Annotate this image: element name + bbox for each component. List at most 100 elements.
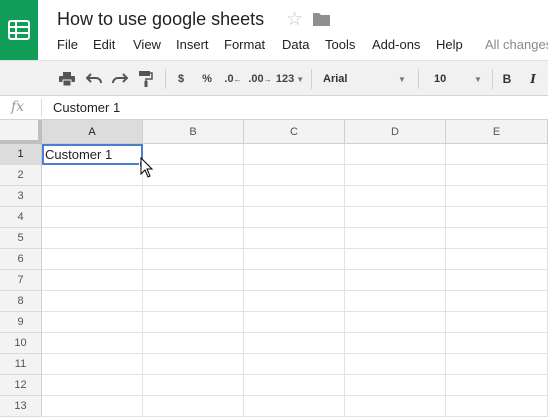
cell-e11[interactable] <box>446 354 548 375</box>
menu-file[interactable]: File <box>57 37 78 52</box>
cell-a2[interactable] <box>42 165 143 186</box>
cell-c8[interactable] <box>244 291 345 312</box>
column-header-b[interactable]: B <box>143 120 244 144</box>
cell-b10[interactable] <box>143 333 244 354</box>
cell-a3[interactable] <box>42 186 143 207</box>
cell-c3[interactable] <box>244 186 345 207</box>
menu-help[interactable]: Help <box>436 37 463 52</box>
cell-c2[interactable] <box>244 165 345 186</box>
cell-c6[interactable] <box>244 249 345 270</box>
cell-e10[interactable] <box>446 333 548 354</box>
cell-c13[interactable] <box>244 396 345 417</box>
more-formats-button[interactable]: 123 ▼ <box>275 69 305 89</box>
folder-icon[interactable] <box>313 12 330 26</box>
cell-b1[interactable] <box>143 144 244 165</box>
cell-b4[interactable] <box>143 207 244 228</box>
cell-c1[interactable] <box>244 144 345 165</box>
cell-b2[interactable] <box>143 165 244 186</box>
column-header-d[interactable]: D <box>345 120 446 144</box>
row-header-13[interactable]: 13 <box>0 396 42 417</box>
cell-d7[interactable] <box>345 270 446 291</box>
cell-b12[interactable] <box>143 375 244 396</box>
cell-d3[interactable] <box>345 186 446 207</box>
menu-add-ons[interactable]: Add-ons <box>372 37 420 52</box>
cell-c11[interactable] <box>244 354 345 375</box>
cell-e4[interactable] <box>446 207 548 228</box>
cell-a1[interactable]: Customer 1 <box>42 144 143 165</box>
menu-insert[interactable]: Insert <box>176 37 209 52</box>
menu-tools[interactable]: Tools <box>325 37 355 52</box>
percent-format-button[interactable]: % <box>197 69 217 89</box>
cell-b5[interactable] <box>143 228 244 249</box>
cell-b9[interactable] <box>143 312 244 333</box>
print-icon[interactable] <box>57 69 77 89</box>
cell-d4[interactable] <box>345 207 446 228</box>
cell-b6[interactable] <box>143 249 244 270</box>
cell-a11[interactable] <box>42 354 143 375</box>
cell-a7[interactable] <box>42 270 143 291</box>
cell-e8[interactable] <box>446 291 548 312</box>
column-header-c[interactable]: C <box>244 120 345 144</box>
cell-d1[interactable] <box>345 144 446 165</box>
font-size-select[interactable]: 10 ▼ <box>426 69 486 89</box>
cell-a4[interactable] <box>42 207 143 228</box>
row-header-1[interactable]: 1 <box>0 144 42 165</box>
cell-e5[interactable] <box>446 228 548 249</box>
menu-format[interactable]: Format <box>224 37 265 52</box>
row-header-2[interactable]: 2 <box>0 165 42 186</box>
cell-a9[interactable] <box>42 312 143 333</box>
currency-format-button[interactable]: $ <box>172 69 190 89</box>
row-header-7[interactable]: 7 <box>0 270 42 291</box>
cell-c10[interactable] <box>244 333 345 354</box>
cell-e9[interactable] <box>446 312 548 333</box>
cell-b8[interactable] <box>143 291 244 312</box>
decrease-decimal-button[interactable]: .0 ← <box>222 69 244 89</box>
cell-a6[interactable] <box>42 249 143 270</box>
column-header-a[interactable]: A <box>42 120 143 144</box>
formula-input[interactable]: Customer 1 <box>53 100 120 115</box>
paint-format-icon[interactable] <box>136 69 156 89</box>
cell-d9[interactable] <box>345 312 446 333</box>
cell-d6[interactable] <box>345 249 446 270</box>
cell-a8[interactable] <box>42 291 143 312</box>
cell-d11[interactable] <box>345 354 446 375</box>
cell-c9[interactable] <box>244 312 345 333</box>
cell-e6[interactable] <box>446 249 548 270</box>
undo-icon[interactable] <box>84 69 104 89</box>
select-all-corner[interactable] <box>0 120 42 144</box>
cell-d13[interactable] <box>345 396 446 417</box>
cell-a10[interactable] <box>42 333 143 354</box>
menu-edit[interactable]: Edit <box>93 37 115 52</box>
cell-a5[interactable] <box>42 228 143 249</box>
row-header-8[interactable]: 8 <box>0 291 42 312</box>
row-header-12[interactable]: 12 <box>0 375 42 396</box>
cell-a13[interactable] <box>42 396 143 417</box>
cell-e7[interactable] <box>446 270 548 291</box>
cell-d8[interactable] <box>345 291 446 312</box>
row-header-6[interactable]: 6 <box>0 249 42 270</box>
italic-button[interactable]: I <box>524 69 542 89</box>
row-header-3[interactable]: 3 <box>0 186 42 207</box>
cell-e2[interactable] <box>446 165 548 186</box>
cell-b3[interactable] <box>143 186 244 207</box>
cell-c4[interactable] <box>244 207 345 228</box>
star-icon[interactable]: ☆ <box>286 8 303 31</box>
cell-e13[interactable] <box>446 396 548 417</box>
menu-data[interactable]: Data <box>282 37 309 52</box>
save-status[interactable]: All changes <box>485 37 548 52</box>
cell-b13[interactable] <box>143 396 244 417</box>
sheets-logo-icon[interactable] <box>0 0 38 60</box>
column-header-e[interactable]: E <box>446 120 548 144</box>
font-family-select[interactable]: Arial ▼ <box>318 69 410 89</box>
row-header-4[interactable]: 4 <box>0 207 42 228</box>
row-header-9[interactable]: 9 <box>0 312 42 333</box>
cell-d10[interactable] <box>345 333 446 354</box>
row-header-5[interactable]: 5 <box>0 228 42 249</box>
cell-a12[interactable] <box>42 375 143 396</box>
bold-button[interactable]: B <box>498 69 516 89</box>
redo-icon[interactable] <box>110 69 130 89</box>
row-header-11[interactable]: 11 <box>0 354 42 375</box>
document-title[interactable]: How to use google sheets <box>57 9 264 30</box>
cell-d2[interactable] <box>345 165 446 186</box>
cell-c12[interactable] <box>244 375 345 396</box>
